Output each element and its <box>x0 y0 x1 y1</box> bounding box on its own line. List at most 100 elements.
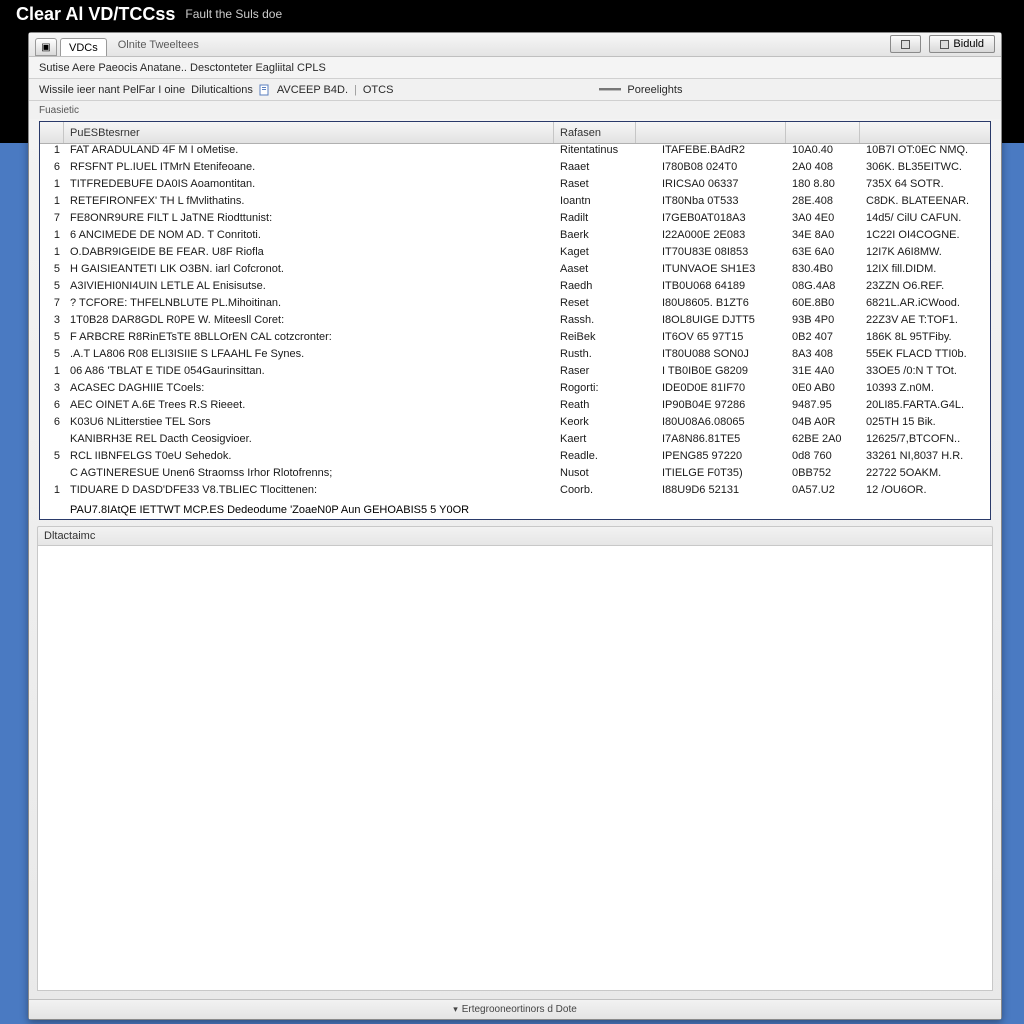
cell-reason: Baerk <box>554 229 636 246</box>
filter-label: Fuasietic <box>29 101 1001 119</box>
cell-description: TITFREDEBUFE DA0IS Aoamontitan. <box>64 178 554 195</box>
cell-code: I780B08 024T0 <box>656 161 786 178</box>
cell-extra: 10B7I OT:0EC NMQ. <box>860 144 990 161</box>
cell-description: TIDUARE D DASD'DFE33 V8.TBLIEC Tlocitten… <box>64 484 554 501</box>
table-row[interactable]: KANIBRH3E REL Dacth Ceosigvioer.KaertI7A… <box>40 433 990 450</box>
table-row[interactable]: 3ACASEC DAGHIIE TCoels:Rogorti:IDE0D0E 8… <box>40 382 990 399</box>
col-reason[interactable]: Rafasen <box>554 122 636 143</box>
cell-description: F ARBCRE R8RinETsTE 8BLLOrEN CAL cotzcro… <box>64 331 554 348</box>
cell-index: 1 <box>40 144 64 161</box>
toolbar-right-label[interactable]: Poreelights <box>627 84 682 96</box>
cell-value: 62BE 2A0 <box>786 433 860 450</box>
cell-description: FAT ARADULAND 4F M I oMetise. <box>64 144 554 161</box>
col-description[interactable]: PuESBtesrner <box>64 122 554 143</box>
table-row[interactable]: 6RFSFNT PL.IUEL ITMrN Etenifeoane.RaaetI… <box>40 161 990 178</box>
cell-extra: 306K. BL35EITWC. <box>860 161 990 178</box>
app-subtitle: Fault the Suls doe <box>185 7 282 21</box>
col-extra[interactable] <box>860 122 990 143</box>
cell-index: 5 <box>40 450 64 467</box>
toolbar-seg4[interactable]: OTCS <box>363 84 394 96</box>
cell-extra: 20LI85.FARTA.G4L. <box>860 399 990 416</box>
cell-reason: Readle. <box>554 450 636 467</box>
table-row[interactable]: 1TITFREDEBUFE DA0IS Aoamontitan.RasetIRI… <box>40 178 990 195</box>
table-row[interactable]: 16 ANCIMEDE DE NOM AD. T Conritoti.Baerk… <box>40 229 990 246</box>
cell-value: 04B A0R <box>786 416 860 433</box>
cell-value: 180 8.80 <box>786 178 860 195</box>
tab-sublabel: Olnite Tweeltees <box>118 39 199 51</box>
build-button[interactable]: Biduld <box>929 35 995 53</box>
cell-extra: 025TH 15 Bik. <box>860 416 990 433</box>
chevron-down-icon[interactable]: ▾ <box>453 1004 458 1015</box>
cell-description: AEC OINET A.6E Trees R.S Rieeet. <box>64 399 554 416</box>
main-window: ▣ VDCs Olnite Tweeltees Biduld Sutise Ae… <box>28 32 1002 1020</box>
table-row[interactable]: 5RCL IIBNFELGS T0eU Sehedok.Readle.IPENG… <box>40 450 990 467</box>
cell-reason: Radilt <box>554 212 636 229</box>
cell-index: 1 <box>40 365 64 382</box>
cell-extra: 22Z3V AE T:TOF1. <box>860 314 990 331</box>
table-row[interactable]: 5A3IVIEHI0NI4UIN LETLE AL Enisisutse.Rae… <box>40 280 990 297</box>
table-row[interactable]: 1FAT ARADULAND 4F M I oMetise.Ritentatin… <box>40 144 990 161</box>
col-code[interactable] <box>656 122 786 143</box>
table-row[interactable]: 1TIDUARE D DASD'DFE33 V8.TBLIEC Tlocitte… <box>40 484 990 501</box>
square-icon <box>901 40 910 49</box>
cell-reason: Coorb. <box>554 484 636 501</box>
breadcrumb-text: Sutise Aere Paeocis Anatane.. Desctontet… <box>39 62 326 74</box>
cell-reason: Raaet <box>554 161 636 178</box>
table-row[interactable]: 6K03U6 NLitterstiee TEL SorsKeorkI80U08A… <box>40 416 990 433</box>
table-row[interactable]: 106 A86 'TBLAT E TIDE 054Gaurinsittan.Ra… <box>40 365 990 382</box>
cell-value: 93B 4P0 <box>786 314 860 331</box>
cell-value: 3A0 4E0 <box>786 212 860 229</box>
cell-index <box>40 467 64 484</box>
cell-description: 06 A86 'TBLAT E TIDE 054Gaurinsittan. <box>64 365 554 382</box>
cell-extra: 735X 64 SOTR. <box>860 178 990 195</box>
cell-extra: 6821L.AR.iCWood. <box>860 297 990 314</box>
col-value[interactable] <box>786 122 860 143</box>
details-header[interactable]: Dltactaimc <box>37 526 993 546</box>
cell-code: IRICSA0 06337 <box>656 178 786 195</box>
toolbar-seg1[interactable]: Wissile ieer nant PelFar I oine <box>39 84 185 96</box>
table-footer-row: PAU7.8IAtQE IETTWT MCP.ES Dedeodume 'Zoa… <box>40 501 990 519</box>
cell-index: 5 <box>40 331 64 348</box>
cell-value: 10A0.40 <box>786 144 860 161</box>
tab-home-icon[interactable]: ▣ <box>35 38 57 56</box>
cell-index <box>40 433 64 450</box>
toolbar-seg3[interactable]: AVCEEP B4D. <box>277 84 348 96</box>
cell-index: 5 <box>40 263 64 280</box>
cell-description: RFSFNT PL.IUEL ITMrN Etenifeoane. <box>64 161 554 178</box>
table-row[interactable]: 1O.DABR9IGEIDE BE FEAR. U8F RioflaKagetI… <box>40 246 990 263</box>
window-action-button[interactable] <box>890 35 921 53</box>
cell-extra: 33261 NI,8037 H.R. <box>860 450 990 467</box>
cell-description: 1T0B28 DAR8GDL R0PE W. Miteesll Coret: <box>64 314 554 331</box>
cell-reason: Ritentatinus <box>554 144 636 161</box>
cell-index: 5 <box>40 280 64 297</box>
status-text: Ertegrooneortinors d Dote <box>462 1004 577 1015</box>
cell-index: 6 <box>40 416 64 433</box>
toolbar-seg2[interactable]: Diluticaltions <box>191 84 253 96</box>
cell-code: I80U08A6.08065 <box>656 416 786 433</box>
cell-value: 9487.95 <box>786 399 860 416</box>
cell-extra: 186K 8L 95TFiby. <box>860 331 990 348</box>
table-row[interactable]: 6AEC OINET A.6E Trees R.S Rieeet.ReathIP… <box>40 399 990 416</box>
col-index[interactable] <box>40 122 64 143</box>
cell-extra: 23ZZN O6.REF. <box>860 280 990 297</box>
app-titlebar: Clear Al VD/TCCss Fault the Suls doe <box>0 0 1024 28</box>
table-row[interactable]: 5.A.T LA806 R08 ELI3ISIIE S LFAAHL Fe Sy… <box>40 348 990 365</box>
table-row[interactable]: 7FE8ONR9URE FILT L JaTNE Riodttunist:Rad… <box>40 212 990 229</box>
table-row[interactable]: 31T0B28 DAR8GDL R0PE W. Miteesll Coret:R… <box>40 314 990 331</box>
page-icon <box>259 84 271 96</box>
line-icon <box>599 88 621 91</box>
cell-index: 1 <box>40 484 64 501</box>
cell-code: ITAFEBE.BAdR2 <box>656 144 786 161</box>
table-row[interactable]: 7? TCFORE: THFELNBLUTE PL.Mihoitinan.Res… <box>40 297 990 314</box>
cell-reason: ReiBek <box>554 331 636 348</box>
cell-code: I7A8N86.81TE5 <box>656 433 786 450</box>
table-row[interactable]: C AGTINERESUE Unen6 Straomss Irhor Rloto… <box>40 467 990 484</box>
col-gap <box>636 122 656 143</box>
table-row[interactable]: 5F ARBCRE R8RinETsTE 8BLLOrEN CAL cotzcr… <box>40 331 990 348</box>
table-row[interactable]: 1RETEFIRONFEX' TH L fMvlithatins.IoantnI… <box>40 195 990 212</box>
app-title: Clear Al VD/TCCss <box>16 4 175 25</box>
cell-reason: Rusth. <box>554 348 636 365</box>
cell-code: IPENG85 97220 <box>656 450 786 467</box>
tab-vdcs[interactable]: VDCs <box>60 38 107 56</box>
table-row[interactable]: 5H GAISIEANTETI LIK O3BN. iarl Cofcronot… <box>40 263 990 280</box>
